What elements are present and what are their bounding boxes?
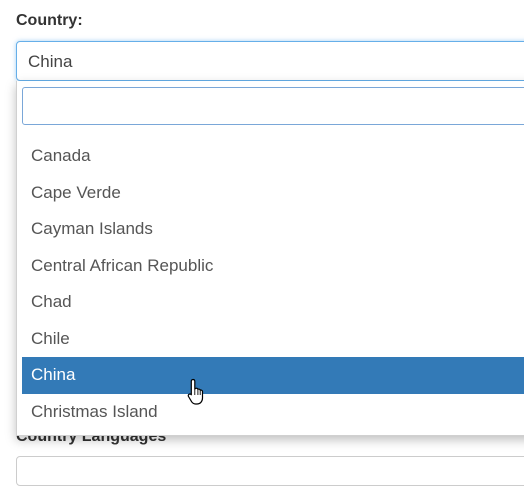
option-item[interactable]: Cape Verde bbox=[22, 175, 524, 212]
dropdown-search-input[interactable] bbox=[22, 87, 524, 125]
country-label: Country: bbox=[16, 12, 83, 29]
country-options-list: Canada Cape Verde Cayman Islands Central Af… bbox=[22, 138, 524, 430]
country-select-value: China bbox=[28, 52, 73, 71]
option-item[interactable]: Central African Republic bbox=[22, 248, 524, 285]
country-languages-field[interactable] bbox=[16, 456, 524, 486]
option-item[interactable]: China bbox=[22, 357, 524, 394]
option-item[interactable]: Chile bbox=[22, 321, 524, 358]
hand-pointer-icon bbox=[187, 378, 204, 405]
option-item[interactable]: Canada bbox=[22, 138, 524, 175]
option-item[interactable]: Cayman Islands bbox=[22, 211, 524, 248]
country-dropdown: Canada Cape Verde Cayman Islands Central Af… bbox=[16, 81, 524, 436]
option-item[interactable]: Chad bbox=[22, 284, 524, 321]
country-select[interactable]: China bbox=[16, 41, 524, 81]
option-item[interactable]: Christmas Island bbox=[22, 394, 524, 431]
